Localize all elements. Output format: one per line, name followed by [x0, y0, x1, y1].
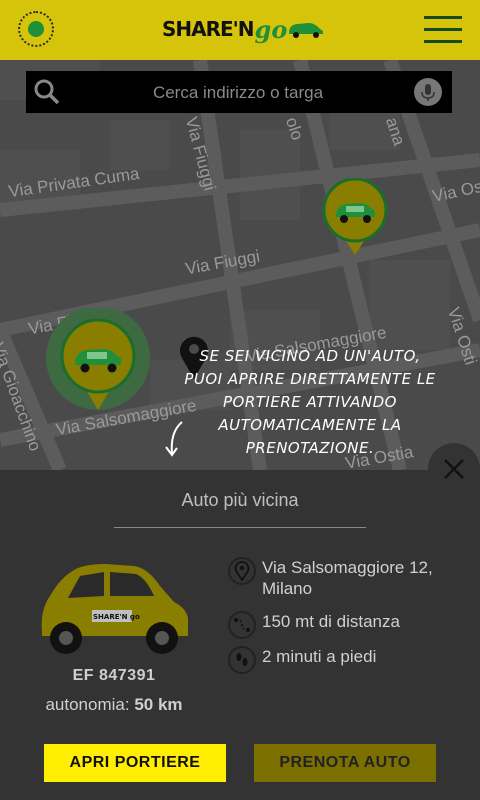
logo-car-icon	[289, 23, 324, 38]
search-icon[interactable]	[34, 79, 60, 105]
microphone-icon[interactable]	[414, 78, 442, 106]
location-pin-icon	[228, 557, 256, 585]
tutorial-message: Se sei vicino ad un'auto, puoi aprire di…	[184, 347, 436, 457]
autonomy-value: 50 km	[134, 695, 183, 714]
search-input[interactable]	[76, 71, 400, 115]
svg-text:SHARE'N go: SHARE'N go	[93, 613, 140, 621]
walk-time-row: 2 minuti a piedi	[228, 646, 480, 674]
address-row: Via Salsomaggiore 12, Milano	[228, 557, 480, 599]
close-icon[interactable]	[428, 443, 480, 495]
car-pin-marker-selected[interactable]	[45, 306, 151, 422]
car-walk-time: 2 minuti a piedi	[262, 647, 377, 666]
app-logo: SHARE'N go	[162, 14, 325, 44]
distance-row: 150 mt di distanza	[228, 611, 480, 639]
car-pin-marker[interactable]	[320, 177, 390, 262]
route-icon	[228, 611, 256, 639]
close-button[interactable]	[428, 443, 480, 495]
divider	[114, 527, 366, 528]
car-plate: EF 847391	[72, 667, 156, 684]
location-status-icon[interactable]	[18, 11, 54, 47]
car-image: SHARE'N go	[36, 560, 192, 662]
car-address: Via Salsomaggiore 12, Milano	[262, 558, 433, 598]
car-autonomy: autonomia: 50 km	[45, 695, 183, 714]
hamburger-menu-icon[interactable]	[424, 16, 462, 44]
car-distance: 150 mt di distanza	[262, 612, 400, 631]
open-doors-button[interactable]: APRI PORTIERE	[44, 744, 226, 782]
search-bar	[26, 71, 452, 115]
top-bar: SHARE'N go	[0, 0, 480, 60]
panel-title: Auto più vicina	[181, 490, 299, 510]
footsteps-icon	[228, 646, 256, 674]
book-car-button[interactable]: PRENOTA AUTO	[254, 744, 436, 782]
